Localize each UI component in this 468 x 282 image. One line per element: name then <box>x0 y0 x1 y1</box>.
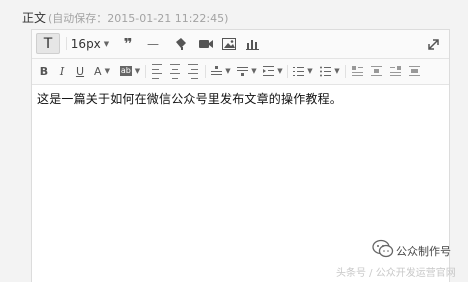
align-left-button[interactable] <box>149 62 165 80</box>
float-center-icon <box>408 66 420 76</box>
align-right-button[interactable] <box>185 62 201 80</box>
chevron-down-icon: ▼ <box>251 67 257 75</box>
autosave-status: (自动保存：2015-01-21 11:22:45) <box>48 12 229 25</box>
font-size-select[interactable]: 16px ▼ <box>68 33 112 54</box>
paragraph-spacing-before-button[interactable]: ▼ <box>209 62 233 80</box>
chevron-down-icon: ▼ <box>277 67 283 75</box>
align-center-button[interactable] <box>167 62 183 80</box>
editor-toolbar-primary: T 16px ▼ ❞ — <box>32 30 449 59</box>
underline-button[interactable]: U <box>72 62 88 80</box>
paragraph-spacing-after-button[interactable]: ▼ <box>235 62 259 80</box>
editor-header: 正文 (自动保存：2015-01-21 11:22:45) <box>22 10 228 27</box>
align-center-icon <box>170 64 180 65</box>
format-painter-icon <box>176 38 186 50</box>
chevron-down-icon: ▼ <box>134 67 141 75</box>
horizontal-rule-button[interactable]: — <box>143 33 163 54</box>
chevron-down-icon: ▼ <box>307 67 313 75</box>
editor-content[interactable]: 这是一篇关于如何在微信公众号里发布文章的操作教程。 <box>37 90 342 107</box>
editor-toolbar-formatting: B I U A ▼ ab ▼ ▼ ▼ ▼ ▼ ▼ <box>32 59 449 85</box>
insert-chart-button[interactable] <box>242 34 262 54</box>
toolbar-divider <box>145 65 146 78</box>
body-label: 正文 <box>22 11 47 25</box>
float-none-icon <box>370 66 382 76</box>
bar-chart-icon <box>245 40 259 50</box>
toolbar-divider <box>66 37 67 50</box>
unordered-list-icon <box>320 66 332 76</box>
insert-image-button[interactable] <box>219 34 239 54</box>
font-color-icon: A <box>94 64 102 78</box>
font-size-value: 16px <box>70 36 101 51</box>
expand-icon <box>427 38 439 50</box>
float-right-icon <box>389 66 401 76</box>
fullscreen-button[interactable] <box>423 34 443 54</box>
chevron-down-icon: ▼ <box>225 67 231 75</box>
chevron-down-icon: ▼ <box>104 67 110 75</box>
indent-button[interactable]: ▼ <box>261 62 285 80</box>
indent-icon <box>263 66 275 76</box>
float-center-button[interactable] <box>406 62 422 80</box>
align-left-icon <box>152 64 162 65</box>
float-left-button[interactable] <box>349 62 365 80</box>
float-left-icon <box>351 66 363 76</box>
quote-button[interactable]: ❞ <box>118 33 138 54</box>
insert-video-button[interactable] <box>196 34 216 54</box>
image-icon <box>222 38 236 50</box>
video-icon <box>199 40 213 48</box>
highlight-color-button[interactable]: ab ▼ <box>117 62 143 80</box>
float-none-button[interactable] <box>368 62 384 80</box>
spacing-before-icon <box>211 66 223 75</box>
text-format-button[interactable]: T <box>36 33 60 54</box>
toolbar-divider <box>345 65 346 78</box>
font-color-button[interactable]: A ▼ <box>91 62 113 80</box>
italic-button[interactable]: I <box>54 62 70 80</box>
toolbar-divider <box>205 65 206 78</box>
float-right-button[interactable] <box>387 62 403 80</box>
toolbar-divider <box>287 65 288 78</box>
ordered-list-button[interactable]: ▼ <box>291 62 315 80</box>
chevron-down-icon: ▼ <box>334 67 340 75</box>
highlight-icon: ab <box>119 66 132 76</box>
unordered-list-button[interactable]: ▼ <box>318 62 342 80</box>
ordered-list-icon <box>293 66 305 76</box>
bold-button[interactable]: B <box>36 62 52 80</box>
align-right-icon <box>188 64 198 65</box>
chevron-down-icon: ▼ <box>103 39 110 48</box>
format-painter-button[interactable] <box>171 34 191 54</box>
rich-text-editor: T 16px ▼ ❞ — B I U A ▼ ab ▼ ▼ ▼ ▼ ▼ ▼ 这是… <box>31 29 450 282</box>
spacing-after-icon <box>237 67 249 76</box>
